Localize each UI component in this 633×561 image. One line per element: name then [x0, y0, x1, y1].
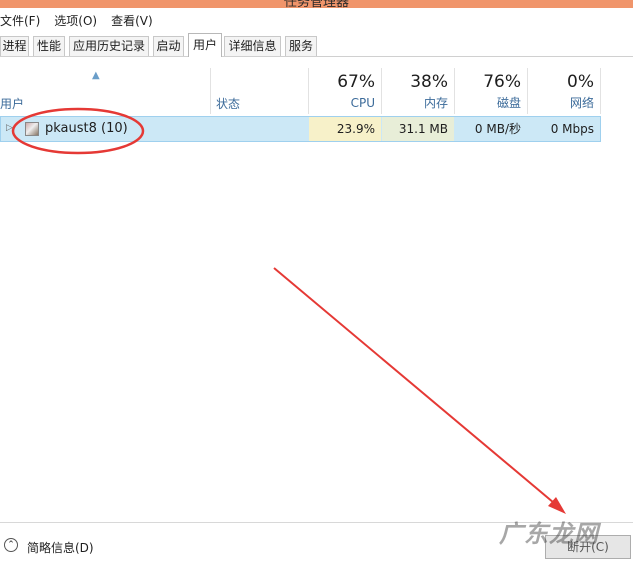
column-header-cpu[interactable]: 67% CPU [309, 68, 381, 114]
column-divider[interactable] [210, 68, 211, 114]
column-header-disk[interactable]: 76% 磁盘 [455, 68, 527, 114]
tab-app-history[interactable]: 应用历史记录 [69, 36, 149, 56]
watermark: 广东龙网 [499, 520, 599, 548]
sort-ascending-icon: ▲ [92, 70, 100, 81]
column-header-row: ▲ 用户 状态 67% CPU 38% 内存 76% 磁盘 0% 网络 [0, 68, 601, 114]
cpu-total-percent: 67% [337, 72, 375, 92]
tab-startup[interactable]: 启动 [153, 36, 184, 56]
column-header-memory[interactable]: 38% 内存 [382, 68, 454, 114]
column-divider[interactable] [600, 68, 601, 114]
annotation-arrow-head [548, 497, 566, 514]
cpu-cell: 23.9% [309, 117, 381, 141]
column-header-user[interactable]: 用户 [0, 95, 24, 112]
menu-bar: 文件(F) 选项(O) 查看(V) [0, 8, 633, 33]
tab-strip: 进程 性能 应用历史记录 启动 用户 详细信息 服务 [0, 33, 633, 57]
menu-options[interactable]: 选项(O) [54, 12, 103, 29]
memory-column-label: 内存 [423, 96, 448, 110]
title-bar: 任务管理器 [0, 0, 633, 8]
tab-users[interactable]: 用户 [188, 33, 222, 57]
column-header-status[interactable]: 状态 [216, 95, 240, 112]
user-name: pkaust8 (10) [45, 121, 128, 136]
menu-file[interactable]: 文件(F) [0, 12, 46, 29]
tab-services[interactable]: 服务 [285, 36, 317, 56]
memory-cell: 31.1 MB [382, 117, 454, 141]
status-cell [210, 117, 308, 141]
disk-total-percent: 76% [483, 72, 521, 92]
expand-arrow-icon[interactable]: ▷ [6, 123, 13, 133]
network-cell: 0 Mbps [550, 122, 594, 136]
fewer-details-link[interactable]: 简略信息(D) [27, 539, 94, 556]
menu-view[interactable]: 查看(V) [111, 12, 159, 29]
table-row[interactable]: ▷ pkaust8 (10) 23.9% 31.1 MB 0 MB/秒 0 Mb… [0, 116, 601, 142]
network-total-percent: 0% [567, 72, 594, 92]
tab-performance[interactable]: 性能 [33, 36, 65, 56]
disk-column-label: 磁盘 [496, 96, 521, 110]
column-header-network[interactable]: 0% 网络 [528, 68, 600, 114]
chevron-up-icon[interactable]: ⌃ [4, 538, 18, 552]
tab-details[interactable]: 详细信息 [224, 36, 281, 56]
memory-total-percent: 38% [410, 72, 448, 92]
annotation-arrow-line [273, 267, 561, 509]
tab-processes[interactable]: 进程 [0, 36, 29, 56]
avatar [25, 122, 39, 136]
network-column-label: 网络 [569, 96, 594, 110]
window-title: 任务管理器 [283, 0, 349, 8]
disk-cell: 0 MB/秒 [474, 122, 521, 136]
cpu-column-label: CPU [350, 96, 375, 110]
